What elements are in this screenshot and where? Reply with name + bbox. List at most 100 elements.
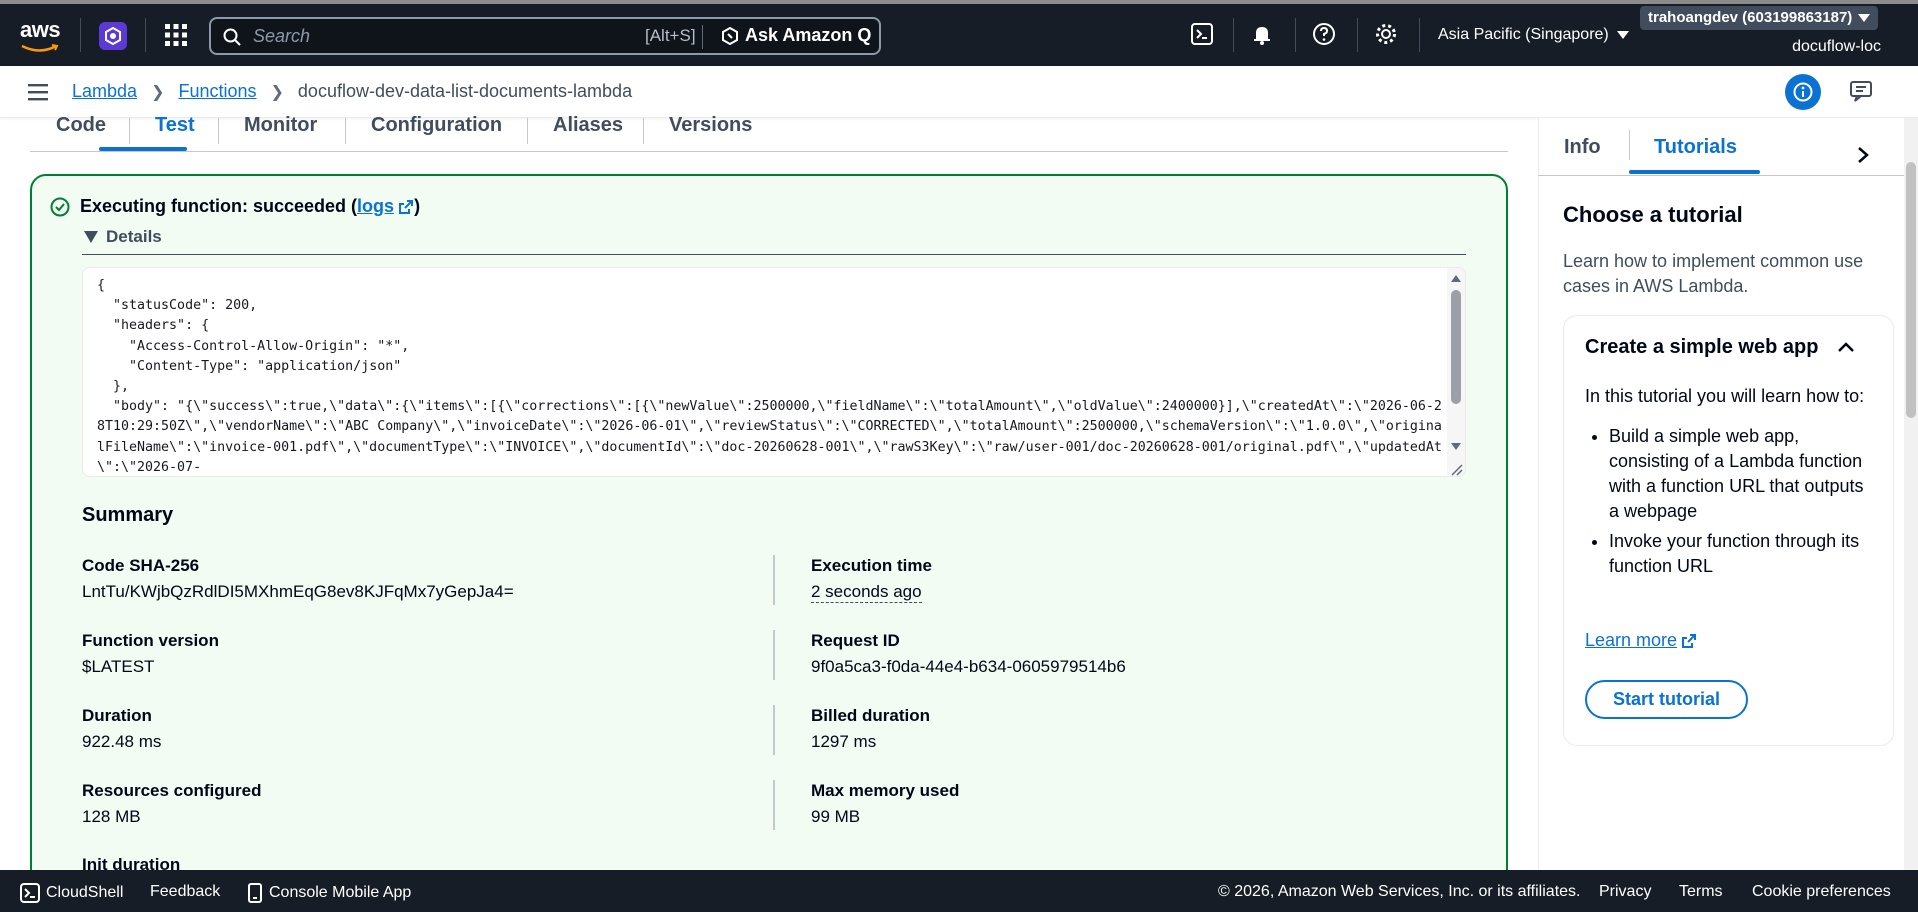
menu-icon[interactable] <box>28 83 48 101</box>
tab-configuration[interactable]: Configuration <box>371 114 502 148</box>
footer: CloudShell Feedback Console Mobile App ©… <box>0 870 1918 912</box>
output-scroll-thumb[interactable] <box>1451 290 1461 404</box>
amazon-q-icon <box>722 26 738 45</box>
chevron-right-icon: ❯ <box>151 83 165 101</box>
chevron-right-icon[interactable] <box>1855 146 1871 164</box>
breadcrumb-functions[interactable]: Functions <box>178 81 256 102</box>
tab-separator <box>218 118 219 144</box>
details-toggle[interactable]: Details <box>84 227 162 247</box>
tab-separator <box>643 118 644 144</box>
start-tutorial-button[interactable]: Start tutorial <box>1585 680 1748 719</box>
cookie-preferences-link[interactable]: Cookie preferences <box>1752 883 1891 901</box>
tab-info[interactable]: Info <box>1564 136 1601 159</box>
request-id-item: Request ID 9f0a5ca3-f0da-44e4-b634-06059… <box>811 631 1126 676</box>
output-scrollbar[interactable] <box>1447 268 1465 476</box>
tab-separator <box>129 118 130 144</box>
scroll-down-icon[interactable] <box>1447 440 1465 454</box>
copyright: © 2026, Amazon Web Services, Inc. or its… <box>1218 883 1581 900</box>
bell-icon[interactable] <box>1250 22 1276 48</box>
search-separator <box>702 25 703 49</box>
tab-versions[interactable]: Versions <box>669 114 752 148</box>
function-version-item: Function version $LATEST <box>82 631 219 676</box>
caret-down-icon <box>1616 31 1629 39</box>
aws-logo[interactable]: aws <box>20 19 62 52</box>
duration-item: Duration 922.48 ms <box>82 706 162 751</box>
search-icon <box>223 28 241 46</box>
info-icon[interactable] <box>1785 74 1821 110</box>
tutorial-card-title[interactable]: Create a simple web app <box>1585 336 1818 359</box>
nav-divider <box>80 18 81 52</box>
column-divider <box>773 780 775 830</box>
ask-amazon-q-button[interactable]: Ask Amazon Q <box>721 25 871 46</box>
nav-divider <box>1419 18 1420 52</box>
logs-link[interactable]: logs <box>357 196 414 217</box>
console-mobile-app-link[interactable]: Console Mobile App <box>247 883 411 903</box>
breadcrumb: Lambda ❯ Functions ❯ docuflow-dev-data-l… <box>72 81 632 102</box>
tutorial-heading: Choose a tutorial <box>1563 202 1743 227</box>
column-divider <box>773 705 775 755</box>
app-shortcut-icon[interactable] <box>99 22 127 50</box>
breadcrumb-lambda[interactable]: Lambda <box>72 81 137 102</box>
top-strip <box>0 0 1918 4</box>
summary-title: Summary <box>82 504 174 526</box>
breadcrumb-bar: Lambda ❯ Functions ❯ docuflow-dev-data-l… <box>0 66 1918 118</box>
tab-separator <box>527 118 528 144</box>
external-link-icon <box>399 199 414 214</box>
page-scrollbar[interactable] <box>1904 118 1918 870</box>
nav-divider <box>145 18 146 52</box>
feedback-link[interactable]: Feedback <box>150 883 220 901</box>
execution-time-item: Execution time 2 seconds ago <box>811 556 932 603</box>
account-menu[interactable]: trahoangdev (603199863187) <box>1640 6 1879 30</box>
gear-icon[interactable] <box>1374 22 1400 48</box>
execution-time-value[interactable]: 2 seconds ago <box>811 582 922 603</box>
tab-separator <box>345 118 346 144</box>
tab-separator <box>1629 130 1630 160</box>
cloudshell-button[interactable]: CloudShell <box>20 883 123 903</box>
services-grid-icon[interactable] <box>165 24 187 46</box>
terms-link[interactable]: Terms <box>1679 883 1723 901</box>
search-bar[interactable]: [Alt+S] Ask Amazon Q <box>209 17 881 55</box>
nav-divider <box>1357 18 1358 52</box>
search-shortcut: [Alt+S] <box>645 26 696 45</box>
mobile-phone-icon <box>248 883 262 903</box>
billed-duration-item: Billed duration 1297 ms <box>811 706 930 751</box>
success-check-icon <box>50 197 70 216</box>
resize-handle-icon[interactable] <box>1449 462 1463 476</box>
tab-test[interactable]: Test <box>155 114 195 148</box>
scroll-up-icon[interactable] <box>1447 272 1465 286</box>
privacy-link[interactable]: Privacy <box>1599 883 1651 901</box>
chevron-up-icon[interactable] <box>1837 340 1855 354</box>
search-input[interactable] <box>253 23 613 49</box>
resources-item: Resources configured 128 MB <box>82 781 262 826</box>
help-icon[interactable] <box>1312 22 1338 48</box>
user-name: docuflow-loc <box>1792 38 1881 55</box>
tab-monitor[interactable]: Monitor <box>244 114 317 148</box>
cloudshell-icon[interactable] <box>1190 22 1216 48</box>
caret-down-icon <box>84 231 98 243</box>
region-selector[interactable]: Asia Pacific (Singapore) <box>1438 26 1629 44</box>
top-navigation: aws [Alt+S] Ask Amazon Q Asia Pacific (S… <box>0 0 1918 66</box>
tab-tutorials[interactable]: Tutorials <box>1654 136 1737 159</box>
response-json: { "statusCode": 200, "headers": { "Acces… <box>97 278 1442 475</box>
tab-code[interactable]: Code <box>56 114 106 148</box>
list-item: Invoke your function through its functio… <box>1609 529 1875 579</box>
external-link-icon <box>1682 633 1697 648</box>
feedback-icon[interactable] <box>1849 80 1875 104</box>
chevron-right-icon: ❯ <box>270 83 284 101</box>
max-memory-item: Max memory used 99 MB <box>811 781 960 826</box>
tutorial-description: Learn how to implement common use cases … <box>1563 251 1864 296</box>
response-output[interactable]: { "statusCode": 200, "headers": { "Acces… <box>82 267 1466 477</box>
list-item: Build a simple web app, consisting of a … <box>1609 424 1875 524</box>
active-tab-indicator <box>99 147 187 151</box>
cloudshell-icon <box>20 883 40 903</box>
tab-aliases[interactable]: Aliases <box>553 114 623 148</box>
learn-more-link[interactable]: Learn more <box>1585 630 1697 651</box>
active-tab-indicator <box>1629 170 1760 174</box>
nav-divider <box>1233 18 1234 52</box>
column-divider <box>773 630 775 680</box>
tutorial-card-body: In this tutorial you will learn how to: … <box>1585 384 1875 584</box>
caret-down-icon <box>1858 14 1871 22</box>
page-scroll-thumb[interactable] <box>1906 162 1916 418</box>
nav-divider <box>1295 18 1296 52</box>
details-divider <box>82 254 1466 255</box>
